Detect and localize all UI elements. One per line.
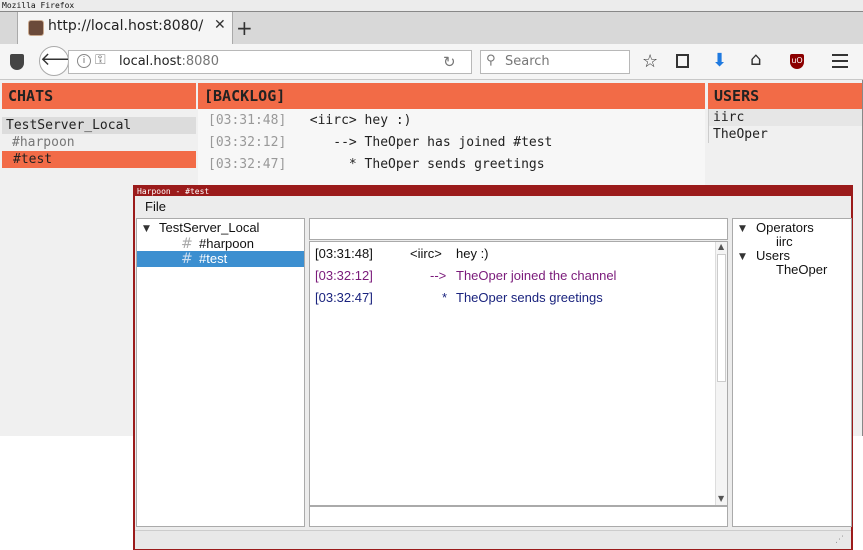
navigation-toolbar: 🡐 i ⚿ local.host:8080 ↻ ⚲ Search ☆ ⬇ ⌂ u… — [0, 44, 863, 80]
tab-title: http://local.host:8080/ — [48, 18, 204, 34]
home-icon[interactable]: ⌂ — [750, 49, 761, 70]
ublock-icon[interactable]: uO — [790, 54, 804, 69]
channel-hash-icon: # — [181, 236, 193, 252]
firefox-title-bar: Mozilla Firefox — [0, 0, 863, 12]
url-text[interactable]: local.host:8080 — [119, 54, 219, 69]
backlog-time: [03:32:47] — [208, 157, 287, 172]
expand-triangle-icon[interactable]: ▼ — [739, 252, 746, 262]
log-nick: <iirc> — [410, 246, 442, 261]
status-bar: ⋰ — [135, 530, 851, 549]
chat-log: [03:31:48] <iirc> hey :) [03:32:12] --> … — [309, 241, 728, 506]
users-group[interactable]: Users — [756, 248, 790, 263]
info-icon[interactable]: i — [77, 54, 91, 68]
chat-log-scrollbar[interactable]: ▲ ▼ — [715, 242, 727, 505]
chat-server-item[interactable]: TestServer_Local — [2, 117, 196, 134]
channel-hash-icon: # — [181, 251, 193, 267]
backlog-time: [03:31:48] — [208, 113, 287, 128]
log-text: TheOper joined the channel — [456, 268, 617, 283]
backlog-time: [03:32:12] — [208, 135, 287, 150]
topic-field[interactable] — [309, 218, 728, 240]
message-input[interactable] — [309, 506, 728, 527]
backlog-line: [03:32:12] --> TheOper has joined #test — [208, 135, 552, 150]
tree-channel-harpoon[interactable]: #harpoon — [199, 236, 254, 251]
resize-grip-icon[interactable]: ⋰ — [835, 535, 844, 545]
backlog-header: [BACKLOG] — [198, 83, 705, 109]
reader-icon[interactable] — [676, 54, 689, 68]
new-tab-button[interactable]: + — [236, 16, 253, 40]
url-bar[interactable]: i ⚿ local.host:8080 ↻ — [68, 50, 472, 74]
channel-tree: ▼ TestServer_Local # #harpoon # #test — [136, 218, 305, 527]
backlog-text: <iirc> hey :) — [286, 113, 412, 128]
browser-tab[interactable]: http://local.host:8080/ ✕ — [17, 12, 233, 44]
user-item-iirc[interactable]: iirc — [709, 109, 862, 126]
bookmark-star-icon[interactable]: ☆ — [642, 51, 658, 72]
nick-item-theoper[interactable]: TheOper — [776, 262, 827, 277]
chats-header: CHATS — [2, 83, 196, 109]
backlog-line: [03:32:47] * TheOper sends greetings — [208, 157, 545, 172]
backlog-text: * TheOper sends greetings — [286, 157, 545, 172]
chat-channel-harpoon[interactable]: #harpoon — [12, 135, 75, 150]
user-item-theoper[interactable]: TheOper — [713, 127, 768, 142]
users-list: iirc TheOper — [708, 109, 862, 143]
search-icon: ⚲ — [486, 53, 496, 68]
key-icon[interactable]: ⚿ — [95, 52, 106, 68]
harpoon-window: Harpoon - #test File ▼ TestServer_Local … — [133, 185, 853, 550]
backlog-line: [03:31:48] <iirc> hey :) — [208, 113, 412, 128]
chat-channel-test[interactable]: #test — [2, 151, 196, 168]
nick-item-iirc[interactable]: iirc — [776, 234, 793, 249]
file-menu[interactable]: File — [145, 199, 166, 214]
users-header: USERS — [708, 83, 862, 109]
search-placeholder: Search — [505, 54, 550, 69]
scroll-down-icon[interactable]: ▼ — [718, 494, 724, 503]
operators-group[interactable]: Operators — [756, 220, 814, 235]
hamburger-menu-icon[interactable] — [832, 54, 848, 68]
backlog-messages: [03:31:48] <iirc> hey :) [03:32:12] --> … — [198, 109, 705, 185]
tab-close-icon[interactable]: ✕ — [214, 17, 226, 33]
tree-channel-test-row[interactable]: # #test — [137, 251, 304, 267]
log-text: TheOper sends greetings — [456, 290, 603, 305]
download-icon[interactable]: ⬇ — [712, 50, 727, 71]
tree-server-item[interactable]: TestServer_Local — [159, 220, 259, 235]
log-time: [03:32:12] — [315, 268, 373, 283]
expand-triangle-icon[interactable]: ▼ — [739, 224, 746, 234]
url-host: local.host — [119, 54, 182, 69]
url-port: :8080 — [181, 54, 219, 69]
backlog-text: --> TheOper has joined #test — [286, 135, 553, 150]
nick-list: ▼ Operators iirc ▼ Users TheOper — [732, 218, 852, 527]
scroll-up-icon[interactable]: ▲ — [718, 242, 724, 251]
scroll-thumb[interactable] — [717, 254, 726, 382]
shield-icon[interactable] — [10, 54, 24, 70]
tab-favicon-icon — [28, 20, 44, 36]
log-action-marker: * — [442, 290, 448, 305]
harpoon-title-bar[interactable]: Harpoon - #test — [135, 187, 851, 196]
search-input[interactable]: ⚲ Search — [480, 50, 630, 74]
log-join-marker: --> — [430, 268, 447, 283]
log-time: [03:32:47] — [315, 290, 373, 305]
expand-triangle-icon[interactable]: ▼ — [143, 224, 150, 234]
log-time: [03:31:48] — [315, 246, 373, 261]
back-button[interactable]: 🡐 — [39, 46, 88, 76]
reload-icon[interactable]: ↻ — [443, 53, 456, 71]
log-text: hey :) — [456, 246, 489, 261]
tree-channel-test: #test — [199, 251, 228, 266]
